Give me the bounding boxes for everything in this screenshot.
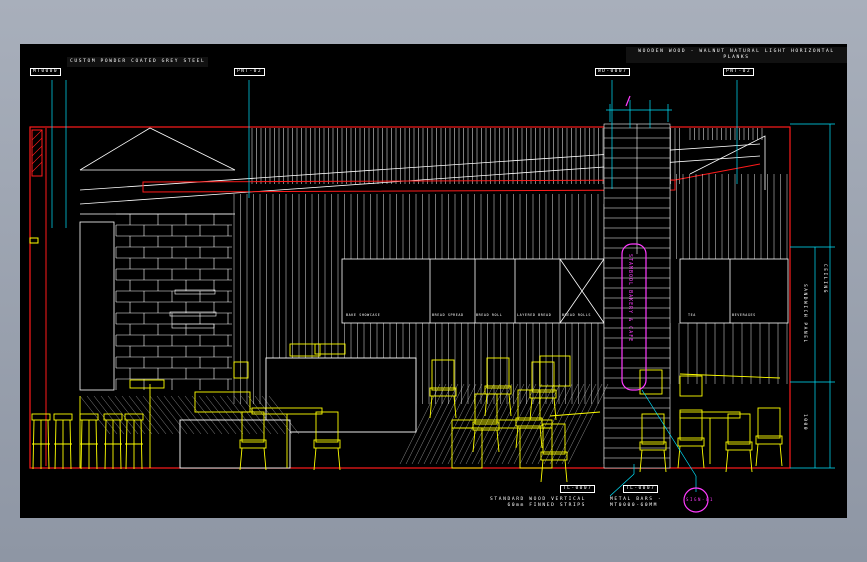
dim-lower: 1000 [802, 414, 807, 432]
vertical-slats-upper [251, 128, 763, 184]
central-column [603, 123, 671, 469]
window-label: BAKE SHOWCASE [346, 313, 381, 317]
note-wood-strips-line1: STANDARD WOOD VERTICAL [490, 497, 587, 502]
window-label: TEA [688, 313, 696, 317]
note-wood-strips-line2: 60mm FINNED STRIPS [507, 503, 587, 508]
left-doorway [79, 221, 115, 391]
note-wood: WOODEN WOOD - WALNUT NATURAL LIGHT HORIZ… [626, 47, 847, 63]
dim-sandwich: SANDWICH PANEL [802, 284, 807, 344]
tag-pnt-right[interactable]: PNT-02 [723, 68, 754, 76]
cad-drawing-canvas[interactable]: CUSTOM POWDER COATED GREY STEEL WOODEN W… [20, 44, 847, 518]
tag-tl-left[interactable]: TL-0007 [560, 485, 596, 493]
tag-pnt-left[interactable]: PNT-02 [234, 68, 265, 76]
note-metal-bars-line2: MT0000-60MM [610, 503, 659, 508]
note-steel: CUSTOM POWDER COATED GREY STEEL [67, 57, 209, 67]
window-label: BREAD ROLL [476, 313, 503, 317]
window-label: BREAD SPREAD [432, 313, 464, 317]
brick-wall [115, 213, 232, 390]
window-label: LAYERED BREAD [517, 313, 552, 317]
dim-ceiling: CEILING [822, 264, 827, 294]
elevation-drawing [29, 80, 835, 513]
sign-lettering: STAMBOOL BAKERY & CAFE [627, 254, 633, 343]
note-metal-bars-line1: METAL BARS - [610, 497, 663, 502]
cad-viewport-frame: CUSTOM POWDER COATED GREY STEEL WOODEN W… [0, 0, 867, 562]
service-counter [179, 357, 417, 469]
tag-mt[interactable]: MT0000 [30, 68, 61, 76]
sign-callout[interactable]: SIGN-01 [686, 497, 714, 503]
tag-wd[interactable]: WD-0007 [595, 68, 631, 76]
note-wood-strips: STANDARD WOOD VERTICAL 60mm FINNED STRIP… [490, 497, 586, 509]
window-label: BREAD ROLLS [562, 313, 592, 317]
window-label: BEVERAGES [732, 313, 756, 317]
tag-tl-right[interactable]: TL-0007 [623, 485, 659, 493]
note-metal-bars: METAL BARS - MT0000-60MM [610, 497, 662, 509]
